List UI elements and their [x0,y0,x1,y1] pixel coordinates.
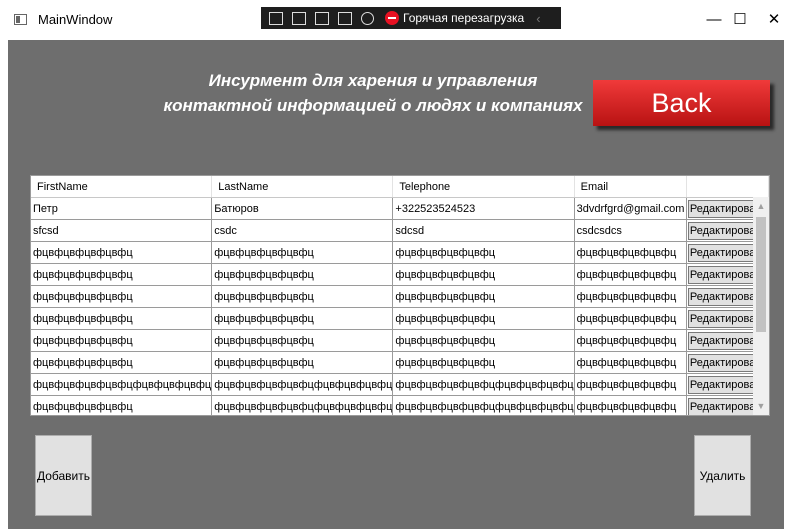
minimize-button[interactable]: — [700,8,728,32]
cell-firstname[interactable]: фцвфцвфцвфцвфц [31,351,213,374]
cell-lastname[interactable]: фцвфцвфцвфцвфц [211,351,394,374]
back-button[interactable]: Back [593,80,770,126]
cell-telephone[interactable]: sdcsd [392,219,575,242]
cell-lastname[interactable]: фцвфцвфцвфцвфцфцвфцвфцвфц [211,395,394,415]
delete-button[interactable]: Удалить [694,435,751,516]
cell-telephone[interactable]: фцвфцвфцвфцвфц [392,351,575,374]
table-row[interactable]: фцвфцвфцвфцвфц фцвфцвфцвфцвфц фцвфцвфцвфцв… [31,241,769,264]
table-row[interactable]: фцвфцвфцвфцвфц фцвфцвфцвфцвфц фцвфцвфцвфцв… [31,329,769,352]
column-header-lastname[interactable]: LastName [211,176,394,198]
cell-lastname[interactable]: фцвфцвфцвфцвфцфцвфцвфцвфц [211,373,394,396]
select-element-icon[interactable] [269,11,283,25]
cell-email[interactable]: csdcsdcs [574,219,687,242]
cell-email[interactable]: фцвфцвфцвфцвфц [574,263,687,286]
cell-telephone[interactable]: фцвфцвфцвфцвфц [392,285,575,308]
cell-firstname[interactable]: фцвфцвфцвфцвфц [31,329,213,352]
cell-email[interactable]: фцвфцвфцвфцвфц [574,285,687,308]
collapse-toolbar-icon[interactable]: ‹ [536,11,540,26]
table-row[interactable]: фцвфцвфцвфцвфц фцвфцвфцвфцвфц фцвфцвфцвфцв… [31,263,769,286]
table-row[interactable]: фцвфцвфцвфцвфц фцвфцвфцвфцвфц фцвфцвфцвфцв… [31,307,769,330]
cell-firstname[interactable]: sfcsd [31,219,213,242]
contacts-data-grid[interactable]: FirstName LastName Telephone Email Петр Б… [30,175,770,416]
cell-lastname[interactable]: фцвфцвфцвфцвфц [211,285,394,308]
cell-firstname[interactable]: Петр [31,197,213,220]
cell-email[interactable]: фцвфцвфцвфцвфц [574,395,687,415]
close-button[interactable]: ✕ [760,8,788,32]
scroll-thumb[interactable] [756,217,766,332]
cell-email[interactable]: фцвфцвфцвфцвфц [574,351,687,374]
xaml-debug-toolbar: Горячая перезагрузка ‹ [261,7,561,29]
vertical-scrollbar[interactable]: ▲ ▼ [753,197,769,415]
cell-firstname[interactable]: фцвфцвфцвфцвфц [31,285,213,308]
app-window-icon [14,14,27,25]
layout-adorner-icon[interactable] [315,11,329,25]
cell-lastname[interactable]: фцвфцвфцвфцвфц [211,329,394,352]
cell-telephone[interactable]: фцвфцвфцвфцвфц [392,263,575,286]
cell-telephone[interactable]: фцвфцвфцвфцвфц [392,329,575,352]
scroll-up-icon[interactable]: ▲ [756,201,766,211]
cell-firstname[interactable]: фцвфцвфцвфцвфцфцвфцвфцвфц [31,373,213,396]
heading-line-2: контактной информацией о людях и компани… [163,96,583,115]
add-button[interactable]: Добавить [35,435,92,516]
pointer-icon[interactable] [292,11,306,25]
header-row: FirstName LastName Telephone Email [31,176,769,198]
column-header-firstname[interactable]: FirstName [31,176,213,198]
heading-line-1: Инсурмент для харения и управления [208,71,538,90]
cell-telephone[interactable]: +322523524523 [392,197,575,220]
table-row[interactable]: Петр Батюров +322523524523 3dvdrfgrd@gmail.… [31,197,769,220]
cell-lastname[interactable]: фцвфцвфцвфцвфц [211,307,394,330]
cell-lastname[interactable]: фцвфцвфцвфцвфц [211,263,394,286]
cell-email[interactable]: фцвфцвфцвфцвфц [574,241,687,264]
cell-lastname[interactable]: csdc [211,219,394,242]
cell-lastname[interactable]: Батюров [211,197,394,220]
cell-telephone[interactable]: фцвфцвфцвфцвфц [392,241,575,264]
window-title: MainWindow [38,12,113,27]
column-header-telephone[interactable]: Telephone [392,176,575,198]
title-bar: MainWindow Горячая перезагрузка ‹ — ☐ ✕ [0,0,792,40]
cell-email[interactable]: фцвфцвфцвфцвфц [574,307,687,330]
cell-telephone[interactable]: фцвфцвфцвфцвфц [392,307,575,330]
binding-icon[interactable] [361,11,374,25]
track-focus-icon[interactable] [338,11,352,25]
cell-firstname[interactable]: фцвфцвфцвфцвфц [31,241,213,264]
cell-telephone[interactable]: фцвфцвфцвфцвфцфцвфцвфцвфц [392,395,575,415]
contacts-table: FirstName LastName Telephone Email Петр Б… [31,176,769,415]
column-header-actions [686,176,769,198]
page-heading: Инсурмент для харения и управления конта… [163,68,583,118]
maximize-button[interactable]: ☐ [726,8,754,32]
hot-reload-button[interactable]: Горячая перезагрузка [403,11,524,25]
cell-email[interactable]: 3dvdrfgrd@gmail.com [574,197,687,220]
cell-email[interactable]: фцвфцвфцвфцвфц [574,373,687,396]
cell-lastname[interactable]: фцвфцвфцвфцвфц [211,241,394,264]
table-row[interactable]: фцвфцвфцвфцвфцфцвфцвфцвфц фцвфцвфцвфцвфцф… [31,373,769,396]
cell-firstname[interactable]: фцвфцвфцвфцвфц [31,307,213,330]
table-row[interactable]: фцвфцвфцвфцвфц фцвфцвфцвфцвфцфцвфцвфцвфц ф… [31,395,769,415]
scroll-down-icon[interactable]: ▼ [756,401,766,411]
column-header-email[interactable]: Email [574,176,687,198]
cell-email[interactable]: фцвфцвфцвфцвфц [574,329,687,352]
table-row[interactable]: sfcsd csdc sdcsd csdcsdcs Редактировать [31,219,769,242]
table-row[interactable]: фцвфцвфцвфцвфц фцвфцвфцвфцвфц фцвфцвфцвфцв… [31,285,769,308]
stop-icon[interactable] [385,11,399,25]
main-content: Инсурмент для харения и управления конта… [8,40,784,529]
cell-firstname[interactable]: фцвфцвфцвфцвфц [31,263,213,286]
table-row[interactable]: фцвфцвфцвфцвфц фцвфцвфцвфцвфц фцвфцвфцвфцв… [31,351,769,374]
cell-firstname[interactable]: фцвфцвфцвфцвфц [31,395,213,415]
cell-telephone[interactable]: фцвфцвфцвфцвфцфцвфцвфцвфц [392,373,575,396]
